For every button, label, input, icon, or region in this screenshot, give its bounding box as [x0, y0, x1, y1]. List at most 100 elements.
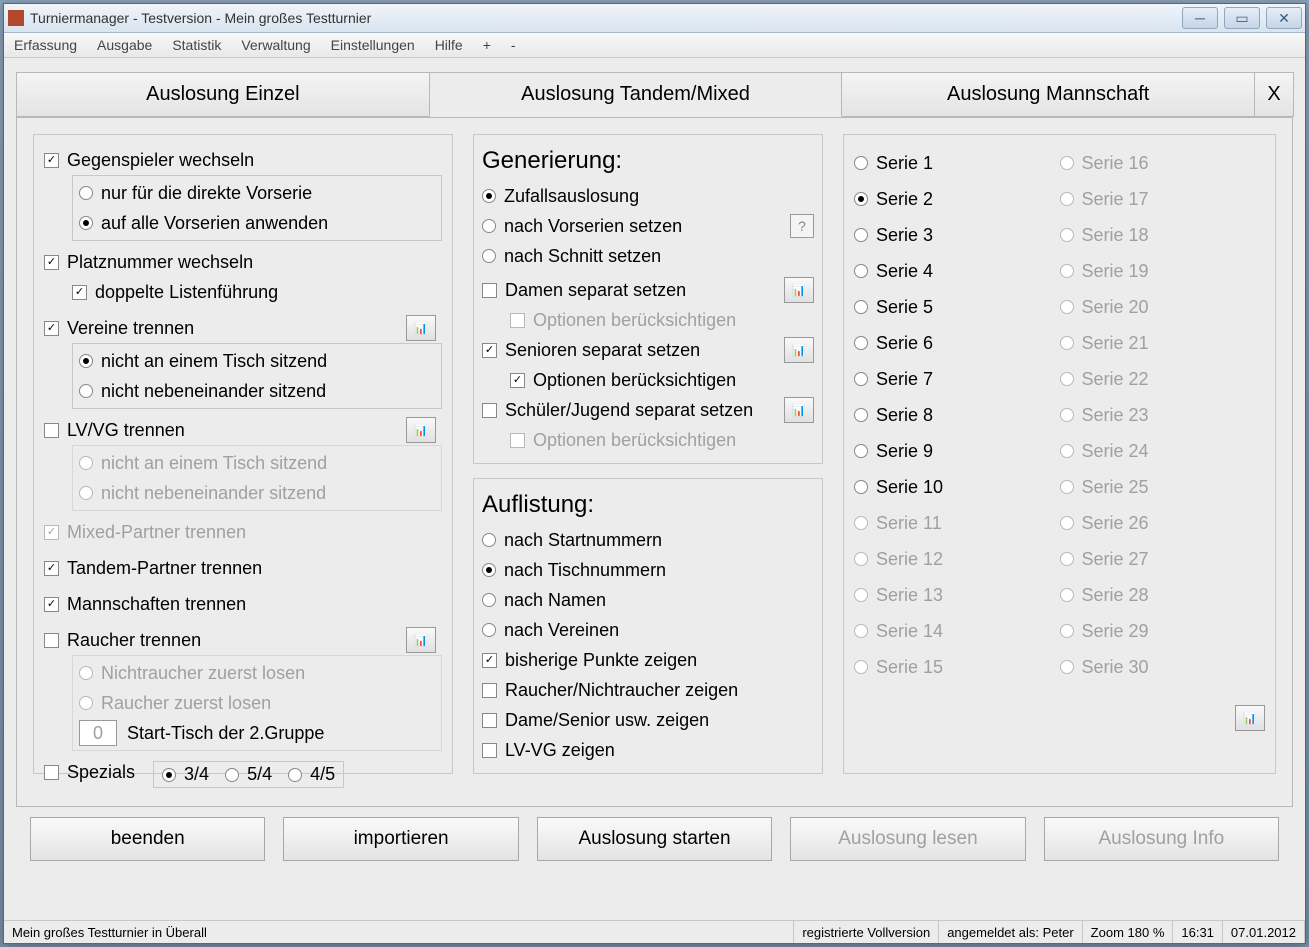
close-window-button[interactable]: ✕: [1266, 7, 1302, 29]
vereinen-radio[interactable]: [482, 623, 496, 637]
serie-27-label: Serie 27: [1082, 549, 1149, 570]
verein-neben-radio[interactable]: [79, 384, 93, 398]
series-chart-button[interactable]: 📊: [1235, 705, 1265, 731]
lvvg-chart-button[interactable]: 📊: [406, 417, 436, 443]
serie-20-label: Serie 20: [1082, 297, 1149, 318]
vorserie-alle-radio[interactable]: [79, 216, 93, 230]
chart-icon: 📊: [792, 284, 806, 297]
serie-13-label: Serie 13: [876, 585, 943, 606]
serie-5-label: Serie 5: [876, 297, 933, 318]
vorserie-direkt-radio[interactable]: [79, 186, 93, 200]
vorserien-radio[interactable]: [482, 219, 496, 233]
help-button[interactable]: ?: [790, 214, 814, 238]
zufall-radio[interactable]: [482, 189, 496, 203]
verein-tisch-radio[interactable]: [79, 354, 93, 368]
senioren-chart-button[interactable]: 📊: [784, 337, 814, 363]
serie-13-radio: [854, 588, 868, 602]
damen-opt-checkbox: [510, 313, 525, 328]
minimize-button[interactable]: ─: [1182, 7, 1218, 29]
serie-9-radio[interactable]: [854, 444, 868, 458]
lvvg-neben-radio: [79, 486, 93, 500]
punkte-checkbox[interactable]: ✓: [482, 653, 497, 668]
tab-mannschaft[interactable]: Auslosung Mannschaft: [841, 72, 1255, 117]
serie-5-radio[interactable]: [854, 300, 868, 314]
lvvg-tisch-radio: [79, 456, 93, 470]
serie-24-radio: [1060, 444, 1074, 458]
doppelte-liste-checkbox[interactable]: ✓: [72, 285, 87, 300]
schueler-chart-button[interactable]: 📊: [784, 397, 814, 423]
vereine-chart-button[interactable]: 📊: [406, 315, 436, 341]
senioren-opt-checkbox[interactable]: ✓: [510, 373, 525, 388]
status-time: 16:31: [1173, 921, 1223, 943]
raucher-checkbox[interactable]: [44, 633, 59, 648]
raucher-zeigen-checkbox[interactable]: [482, 683, 497, 698]
damen-checkbox[interactable]: [482, 283, 497, 298]
senioren-checkbox[interactable]: ✓: [482, 343, 497, 358]
serie-7-radio[interactable]: [854, 372, 868, 386]
startnummern-radio[interactable]: [482, 533, 496, 547]
auslosung-info-button: Auslosung Info: [1044, 817, 1279, 861]
serie-23-label: Serie 23: [1082, 405, 1149, 426]
serie-28-radio: [1060, 588, 1074, 602]
importieren-button[interactable]: importieren: [283, 817, 518, 861]
dame-senior-checkbox[interactable]: [482, 713, 497, 728]
vereine-checkbox[interactable]: ✓: [44, 321, 59, 336]
tab-tandem-mixed[interactable]: Auslosung Tandem/Mixed: [429, 72, 843, 117]
menu-ausgabe[interactable]: Ausgabe: [97, 37, 152, 53]
serie-26-radio: [1060, 516, 1074, 530]
menu-erfassung[interactable]: Erfassung: [14, 37, 77, 53]
serie-7-label: Serie 7: [876, 369, 933, 390]
serie-30-label: Serie 30: [1082, 657, 1149, 678]
spez-54-radio[interactable]: [225, 768, 239, 782]
generierung-heading: Generierung:: [482, 147, 814, 175]
serie-1-radio[interactable]: [854, 156, 868, 170]
schnitt-radio[interactable]: [482, 249, 496, 263]
serie-3-radio[interactable]: [854, 228, 868, 242]
tab-einzel[interactable]: Auslosung Einzel: [16, 72, 430, 117]
mannschaften-checkbox[interactable]: ✓: [44, 597, 59, 612]
serie-21-radio: [1060, 336, 1074, 350]
tab-close-button[interactable]: X: [1254, 72, 1294, 117]
serie-15-radio: [854, 660, 868, 674]
menu-statistik[interactable]: Statistik: [172, 37, 221, 53]
serie-4-radio[interactable]: [854, 264, 868, 278]
schueler-checkbox[interactable]: [482, 403, 497, 418]
chart-icon: 📊: [414, 424, 428, 437]
chart-icon: 📊: [1243, 712, 1257, 725]
beenden-button[interactable]: beenden: [30, 817, 265, 861]
serie-8-radio[interactable]: [854, 408, 868, 422]
serie-17-radio: [1060, 192, 1074, 206]
menu-plus[interactable]: +: [483, 37, 491, 53]
raucher-chart-button[interactable]: 📊: [406, 627, 436, 653]
auslosung-starten-button[interactable]: Auslosung starten: [537, 817, 772, 861]
serie-12-radio: [854, 552, 868, 566]
start-tisch-input[interactable]: 0: [79, 720, 117, 746]
spez-34-radio[interactable]: [162, 768, 176, 782]
app-icon: [8, 10, 24, 26]
spez-45-radio[interactable]: [288, 768, 302, 782]
chart-icon: 📊: [414, 322, 428, 335]
gegenspieler-label: Gegenspieler wechseln: [67, 150, 254, 171]
namen-radio[interactable]: [482, 593, 496, 607]
maximize-button[interactable]: ▭: [1224, 7, 1260, 29]
status-tournament: Mein großes Testturnier in Überall: [4, 921, 794, 943]
serie-10-radio[interactable]: [854, 480, 868, 494]
tandem-partner-checkbox[interactable]: ✓: [44, 561, 59, 576]
damen-chart-button[interactable]: 📊: [784, 277, 814, 303]
platznummer-checkbox[interactable]: ✓: [44, 255, 59, 270]
serie-24-label: Serie 24: [1082, 441, 1149, 462]
menu-minus[interactable]: -: [511, 37, 516, 53]
menu-verwaltung[interactable]: Verwaltung: [241, 37, 310, 53]
serie-6-radio[interactable]: [854, 336, 868, 350]
tischnummern-radio[interactable]: [482, 563, 496, 577]
menu-hilfe[interactable]: Hilfe: [435, 37, 463, 53]
serie-15-label: Serie 15: [876, 657, 943, 678]
serie-2-radio[interactable]: [854, 192, 868, 206]
gegenspieler-checkbox[interactable]: ✓: [44, 153, 59, 168]
spezials-checkbox[interactable]: [44, 765, 59, 780]
serie-19-label: Serie 19: [1082, 261, 1149, 282]
lvvg-checkbox[interactable]: [44, 423, 59, 438]
status-user: angemeldet als: Peter: [939, 921, 1082, 943]
lvvg-zeigen-checkbox[interactable]: [482, 743, 497, 758]
menu-einstellungen[interactable]: Einstellungen: [331, 37, 415, 53]
